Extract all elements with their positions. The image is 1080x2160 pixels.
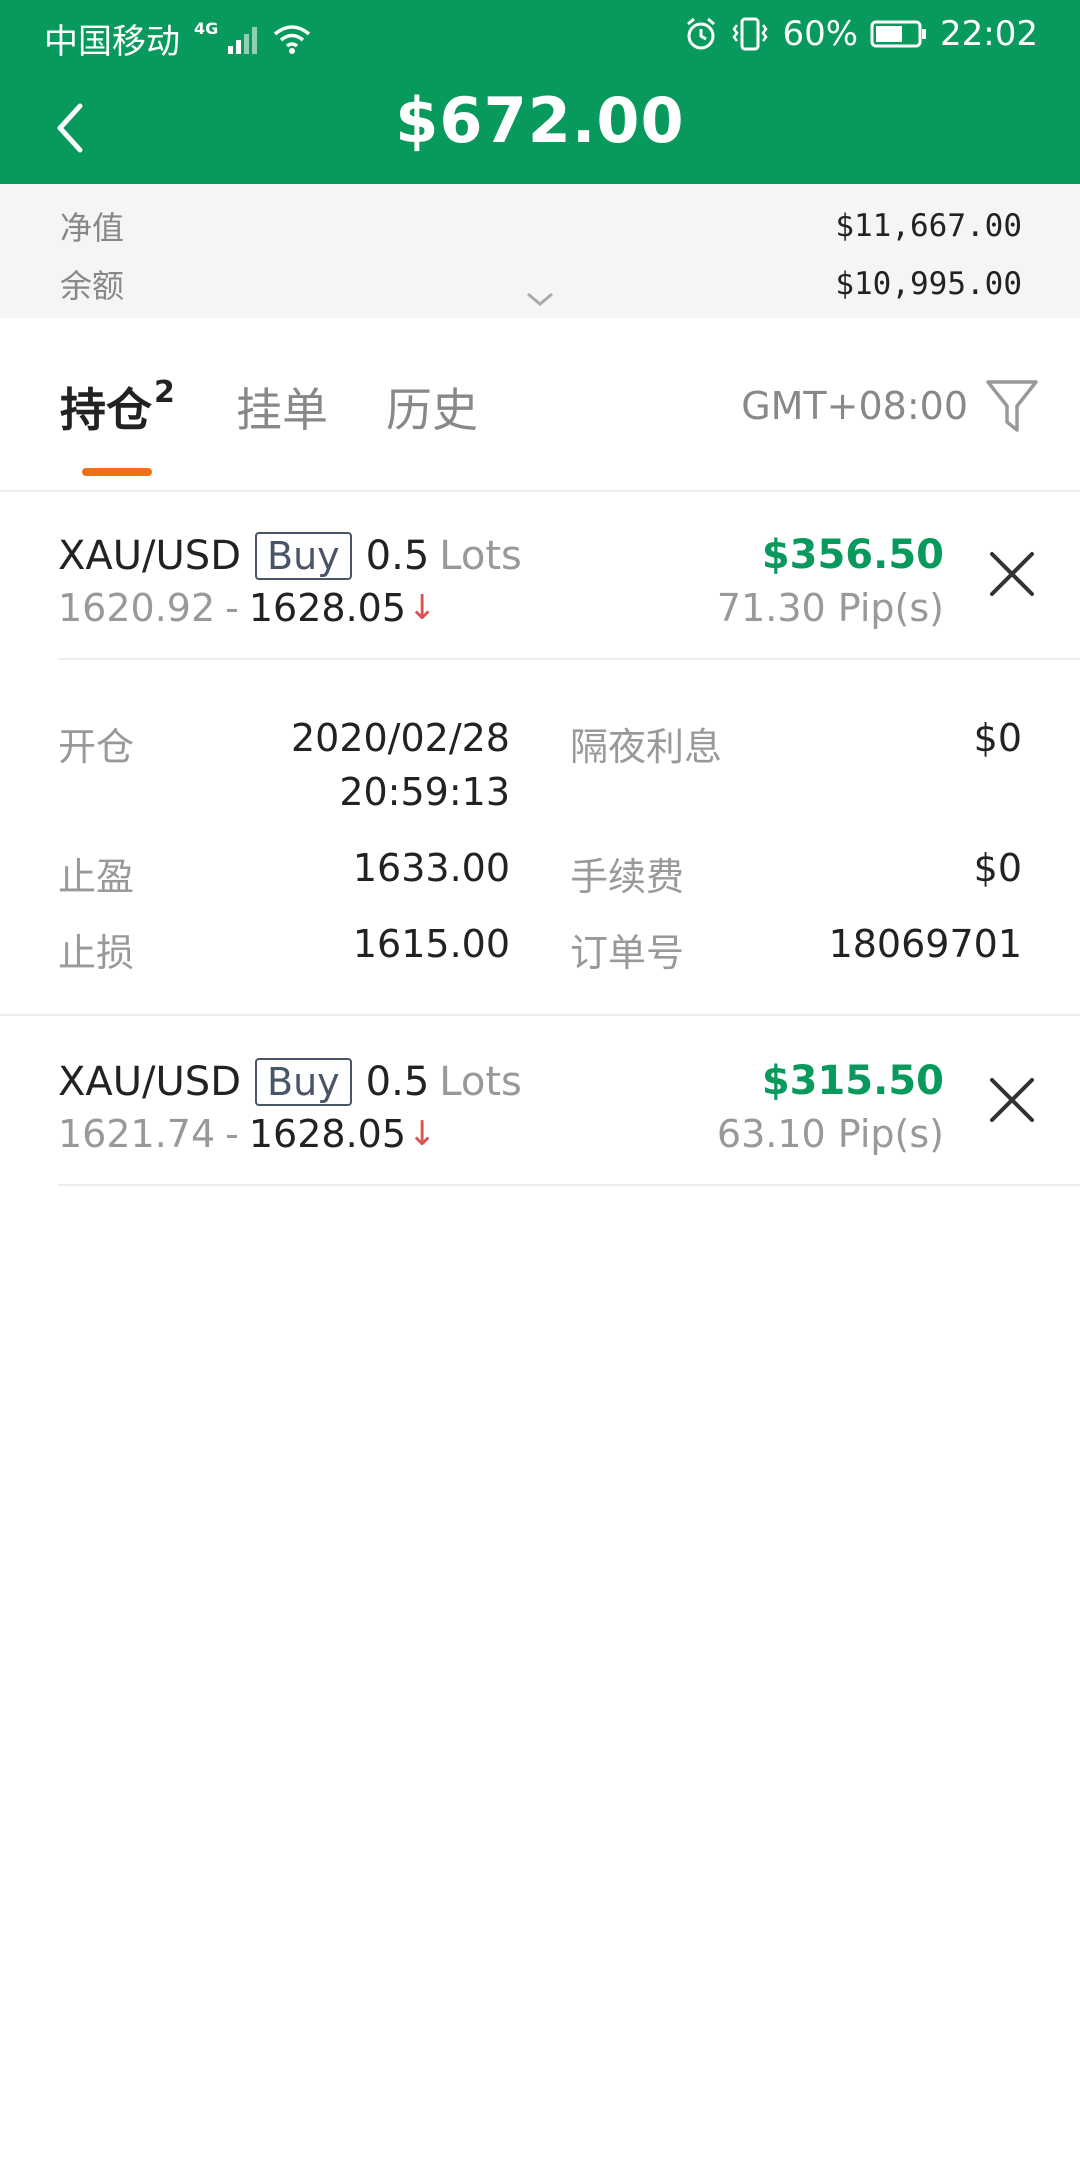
floating-pnl-total: $672.00 xyxy=(395,84,685,157)
alarm-icon xyxy=(687,17,716,50)
current-price: 1628.05 xyxy=(248,1112,406,1156)
vibrate-icon xyxy=(732,17,768,51)
equity-label: 净值 xyxy=(60,209,125,247)
position-pnl: $315.50 xyxy=(761,1058,944,1104)
side-badge: Buy xyxy=(255,1058,352,1106)
filter-button[interactable] xyxy=(984,376,1040,436)
filter-icon xyxy=(986,380,1038,432)
tab-history-label: 历史 xyxy=(386,383,478,437)
tab-positions[interactable]: 持仓2 xyxy=(60,374,175,440)
equity-row: 净值 $11,667.00 xyxy=(60,198,1022,254)
take-profit-label: 止盈 xyxy=(58,855,135,899)
position-pnl: $356.50 xyxy=(761,532,944,578)
fee-label: 手续费 xyxy=(570,855,685,899)
status-left: 中国移动 4G xyxy=(44,14,312,63)
arrow-down-icon: ↓ xyxy=(408,588,437,628)
position-header: XAU/USD Buy 0.5 Lots xyxy=(58,532,522,580)
wifi-icon xyxy=(274,24,311,54)
close-position-button[interactable] xyxy=(984,546,1040,602)
clock: 22:02 xyxy=(940,14,1038,54)
position-pips: 63.10 Pip(s) xyxy=(716,1112,944,1156)
position-row[interactable]: XAU/USD Buy 0.5 Lots 1620.92 - 1628.05 ↓… xyxy=(58,494,1080,660)
swap-label: 隔夜利息 xyxy=(570,725,723,769)
equity-value: $11,667.00 xyxy=(835,208,1022,244)
signal-icon xyxy=(228,26,258,54)
lots-unit: Lots xyxy=(439,1059,522,1105)
stop-loss-label: 止损 xyxy=(58,931,135,975)
position-row[interactable]: XAU/USD Buy 0.5 Lots 1621.74 - 1628.05 ↓… xyxy=(58,1020,1080,1186)
tab-positions-label: 持仓 xyxy=(60,383,152,437)
account-summary: 净值 $11,667.00 余额 $10,995.00 xyxy=(0,184,1080,318)
position-header: XAU/USD Buy 0.5 Lots xyxy=(58,1058,522,1106)
position-symbol: XAU/USD xyxy=(58,533,241,579)
expand-summary-button[interactable] xyxy=(520,284,560,314)
open-price: 1620.92 xyxy=(58,586,216,630)
take-profit-value: 1633.00 xyxy=(352,846,510,890)
tab-pending[interactable]: 挂单 xyxy=(236,374,328,440)
carrier-name: 中国移动 xyxy=(44,22,180,62)
balance-label: 余额 xyxy=(60,267,125,305)
swap-value: $0 xyxy=(973,716,1022,760)
current-price: 1628.05 xyxy=(248,586,406,630)
title-bar: $672.00 xyxy=(0,72,1080,184)
price-line: 1620.92 - 1628.05 ↓ xyxy=(58,586,437,630)
position-pips: 71.30 Pip(s) xyxy=(716,586,944,630)
position-details: 开仓 2020/02/28 20:59:13 隔夜利息 $0 止盈 1633.0… xyxy=(0,660,1080,1016)
close-icon xyxy=(990,552,1034,596)
open-time-label: 开仓 xyxy=(58,725,135,769)
timezone-label[interactable]: GMT+08:00 xyxy=(741,384,968,428)
tab-pending-label: 挂单 xyxy=(236,383,328,437)
price-line: 1621.74 - 1628.05 ↓ xyxy=(58,1112,437,1156)
chevron-down-icon xyxy=(527,292,553,306)
tab-history[interactable]: 历史 xyxy=(386,374,478,440)
price-separator: - xyxy=(225,586,239,630)
price-separator: - xyxy=(225,1112,239,1156)
battery-percent: 60% xyxy=(782,14,859,54)
lots-value: 0.5 xyxy=(365,1059,430,1105)
open-price: 1621.74 xyxy=(58,1112,216,1156)
open-time-value: 20:59:13 xyxy=(339,770,510,814)
side-badge: Buy xyxy=(255,532,352,580)
position-symbol: XAU/USD xyxy=(58,1059,241,1105)
open-date-value: 2020/02/28 xyxy=(290,716,510,760)
close-icon xyxy=(990,1078,1034,1122)
order-id-value: 18069701 xyxy=(828,922,1022,966)
fee-value: $0 xyxy=(973,846,1022,890)
lots-unit: Lots xyxy=(439,533,522,579)
order-id-label: 订单号 xyxy=(570,931,685,975)
active-tab-indicator xyxy=(82,468,152,476)
order-tabs: 持仓2 挂单 历史 GMT+08:00 xyxy=(0,318,1080,492)
battery-icon xyxy=(870,20,927,48)
close-position-button[interactable] xyxy=(984,1072,1040,1128)
positions-count-badge: 2 xyxy=(154,374,175,410)
app-header: 中国移动 4G 60% 22:02 $672.00 xyxy=(0,0,1080,184)
balance-value: $10,995.00 xyxy=(835,266,1022,302)
status-bar: 中国移动 4G 60% 22:02 xyxy=(0,0,1080,72)
network-type: 4G xyxy=(194,19,219,38)
lots-value: 0.5 xyxy=(365,533,430,579)
status-right: 60% 22:02 xyxy=(684,14,1038,54)
stop-loss-value: 1615.00 xyxy=(352,922,510,966)
arrow-down-icon: ↓ xyxy=(408,1114,437,1154)
